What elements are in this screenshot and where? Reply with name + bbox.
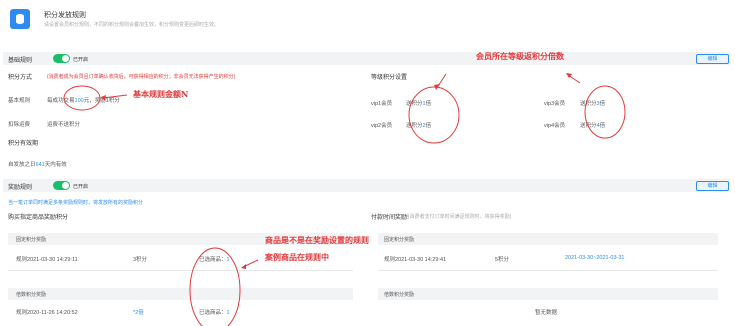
annotation-circle	[63, 85, 101, 111]
annotation-arrow	[102, 94, 128, 99]
arrow-head-icon	[101, 95, 106, 101]
annotation-circle	[408, 86, 460, 144]
annotation-circle	[189, 247, 241, 326]
annotation-circle	[584, 85, 626, 139]
arrow-head-icon	[434, 84, 440, 90]
annotation-overlay	[63, 73, 626, 326]
arrow-head-icon	[241, 264, 246, 269]
